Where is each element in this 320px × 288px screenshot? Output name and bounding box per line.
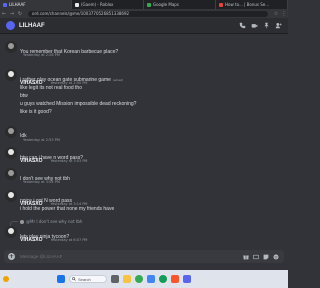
taskbar-search[interactable]: Search	[69, 275, 107, 283]
search-icon	[72, 277, 76, 281]
search-label: Search	[78, 276, 91, 282]
file-explorer-icon[interactable]	[123, 275, 131, 283]
tab-roblox[interactable]: (Gaem) - Roblox	[72, 0, 144, 9]
avatar[interactable]	[5, 126, 17, 138]
message-text-content: i rather play ocean gate submarine game	[20, 77, 111, 83]
gif-icon[interactable]	[253, 254, 259, 260]
avatar[interactable]	[5, 41, 17, 53]
message-text: like is it good?	[20, 109, 52, 115]
discord-icon[interactable]	[183, 275, 191, 283]
message-text: lets play ninja tycoon?	[20, 234, 70, 240]
back-icon[interactable]: ←	[0, 11, 8, 17]
youtube-tab-icon	[219, 2, 223, 7]
avatar[interactable]	[5, 168, 17, 180]
message-text: Idk	[20, 133, 27, 139]
message-text: like legit its not real food tho	[20, 85, 82, 91]
avatar[interactable]	[5, 226, 17, 238]
avatar[interactable]	[5, 147, 17, 159]
message-input[interactable]	[20, 254, 243, 259]
message-text: noice i got N word pass	[20, 198, 72, 204]
message-text: i hold the power that none my friends ha…	[20, 206, 115, 212]
message-composer: +	[4, 250, 284, 263]
windows-taskbar: Search	[0, 270, 288, 288]
message-text: btw	[20, 93, 28, 99]
forward-icon[interactable]: →	[8, 11, 16, 17]
menu-icon[interactable]: ⋮	[280, 11, 288, 17]
tab-label: (Gaem) - Roblox	[81, 2, 114, 7]
store-icon[interactable]	[147, 275, 155, 283]
reply-text: @Mr I don't see why not tbh	[26, 219, 83, 224]
reload-icon[interactable]: ↻	[16, 11, 24, 17]
avatar[interactable]	[6, 21, 15, 30]
add-friend-icon[interactable]	[275, 22, 282, 29]
windows-start-icon[interactable]	[57, 275, 65, 283]
message-text: You remember that Korean barbecue place?	[20, 49, 119, 55]
sticker-icon[interactable]	[263, 254, 269, 260]
avatar[interactable]	[5, 190, 17, 202]
emoji-icon[interactable]	[273, 253, 279, 260]
gift-icon[interactable]	[243, 254, 249, 260]
discord-tab-icon	[3, 2, 7, 7]
dm-header: LILHAAF	[0, 18, 288, 34]
tab-label: How to... | Bonus Se...	[225, 2, 270, 7]
avatar[interactable]	[5, 69, 17, 81]
upload-plus-icon[interactable]: +	[8, 253, 15, 260]
reply-avatar	[20, 219, 24, 224]
chrome-icon[interactable]	[135, 275, 143, 283]
message-list[interactable]: Yesterday at 2:26 PM You remember that K…	[0, 36, 288, 246]
message-text: I don't see why not tbh	[20, 176, 70, 182]
url-field[interactable]: ord.com/channels/@me/1003770526851338692	[28, 10, 268, 17]
message-text: u guys watched Mission impossible dead r…	[20, 101, 137, 107]
page-title: LILHAAF	[19, 22, 45, 29]
weather-widget[interactable]	[3, 276, 9, 282]
phone-icon[interactable]	[239, 22, 246, 29]
roblox-tab-icon	[75, 2, 79, 7]
tab-label: Google Maps	[153, 2, 179, 7]
pin-icon[interactable]	[263, 22, 270, 29]
task-view-icon[interactable]	[111, 275, 119, 283]
message-text: i rather play ocean gate submarine game(…	[20, 77, 123, 83]
weather-sun-icon	[3, 276, 9, 282]
message-timestamp: Yesterday at 2:53 PM	[23, 138, 60, 142]
browser-address-bar: ← → ↻ ord.com/channels/@me/1003770526851…	[0, 9, 288, 18]
star-icon[interactable]: ☆	[272, 11, 280, 17]
tab-google-maps[interactable]: Google Maps	[144, 0, 216, 9]
browser-tab-strip: LILHAAF (Gaem) - Roblox Google Maps How …	[0, 0, 288, 9]
tab-youtube[interactable]: How to... | Bonus Se...	[216, 0, 288, 9]
maps-tab-icon	[147, 2, 151, 7]
tab-discord[interactable]: LILHAAF	[0, 0, 72, 9]
edge-icon[interactable]	[159, 275, 167, 283]
tab-label: LILHAAF	[9, 2, 26, 7]
reply-preview[interactable]: @Mr I don't see why not tbh	[20, 219, 82, 224]
message-text: btw can i have n word pass?	[20, 155, 84, 161]
brave-icon[interactable]	[171, 275, 179, 283]
video-icon[interactable]	[251, 22, 258, 29]
edited-label: (edited)	[112, 78, 124, 82]
